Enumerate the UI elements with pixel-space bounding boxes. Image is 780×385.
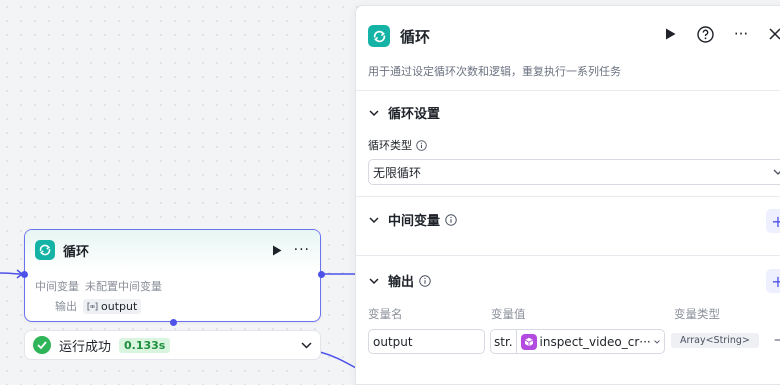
output-value-ref-select[interactable]: str. inspect_video_cr··· [490, 329, 665, 354]
column-header-type: 变量类型 [674, 307, 720, 321]
help-icon[interactable] [696, 25, 714, 43]
intermediate-variable-value: 未配置中间变量 [85, 280, 162, 293]
loop-config-panel: 循环 ··· 用于通过设定循环次数和逻辑，重复执行一系列任务 循环设置 循环类型… [355, 5, 780, 385]
output-type-tag: Array<String> [671, 333, 759, 348]
panel-header: 循环 [368, 25, 430, 47]
divider [356, 255, 780, 256]
chevron-down-icon [654, 339, 660, 344]
loop-type-label-row: 循环类型 [368, 137, 427, 153]
section-loop-settings-label: 循环设置 [388, 107, 441, 122]
loop-type-label: 循环类型 [368, 139, 412, 152]
string-prefix: str. [491, 330, 517, 353]
divider [356, 90, 780, 91]
info-icon[interactable] [416, 139, 427, 151]
section-output-label: 输出 [388, 275, 415, 290]
run-node-icon[interactable] [270, 243, 284, 257]
run-status-text: 运行成功 [59, 339, 112, 355]
info-icon[interactable] [445, 213, 457, 226]
panel-title: 循环 [400, 27, 431, 46]
column-header-name: 变量名 [368, 307, 403, 321]
output-label: 输出 [55, 300, 77, 313]
section-intermediate-variables-label: 中间变量 [388, 214, 441, 229]
output-name-input[interactable] [368, 329, 485, 354]
loop-icon [35, 240, 55, 260]
divider [356, 196, 780, 197]
panel-actions: ··· [661, 25, 780, 43]
chevron-down-icon [369, 277, 379, 284]
run-status-bar[interactable]: 运行成功 0.133s [24, 330, 321, 360]
loop-body-port[interactable] [170, 319, 177, 326]
add-output-button[interactable]: + [766, 269, 780, 293]
chevron-down-icon [369, 109, 379, 116]
section-intermediate-variables[interactable]: 中间变量 [368, 210, 457, 229]
panel-description: 用于通过设定循环次数和逻辑，重复执行一系列任务 [368, 65, 621, 78]
chevron-down-icon [773, 169, 780, 175]
loop-node[interactable]: 循环 ··· 中间变量 未配置中间变量 输出 output [24, 229, 321, 322]
info-icon[interactable] [419, 274, 431, 287]
chevron-down-icon[interactable] [301, 338, 312, 353]
more-icon[interactable]: ··· [732, 25, 750, 43]
loop-type-value: 无限循环 [373, 165, 422, 180]
run-icon[interactable] [661, 25, 679, 43]
plugin-icon [520, 333, 537, 350]
section-output[interactable]: 输出 [368, 271, 431, 290]
close-icon[interactable] [766, 25, 780, 43]
array-icon [87, 302, 98, 310]
output-port[interactable] [318, 271, 325, 278]
output-row: 输出 output [55, 298, 142, 314]
column-header-value: 变量值 [491, 307, 526, 321]
input-port[interactable] [21, 271, 28, 278]
add-variable-button[interactable]: + [766, 209, 780, 233]
run-time-badge: 0.133s [119, 337, 171, 353]
section-loop-settings[interactable]: 循环设置 [368, 103, 440, 122]
intermediate-variable-label: 中间变量 [35, 280, 79, 293]
more-icon[interactable]: ··· [294, 242, 310, 258]
remove-output-button[interactable]: — [774, 332, 780, 348]
success-check-icon [33, 336, 51, 354]
output-tag-label: output [101, 299, 138, 313]
loop-node-header: 循环 ··· [25, 230, 320, 270]
loop-icon [368, 25, 390, 47]
intermediate-variable-row: 中间变量 未配置中间变量 [35, 278, 162, 294]
output-value-ref: inspect_video_cr··· [539, 334, 651, 349]
loop-node-title: 循环 [63, 244, 90, 260]
output-tag: output [83, 298, 142, 314]
loop-type-select[interactable]: 无限循环 [368, 159, 780, 185]
chevron-down-icon [369, 216, 379, 223]
